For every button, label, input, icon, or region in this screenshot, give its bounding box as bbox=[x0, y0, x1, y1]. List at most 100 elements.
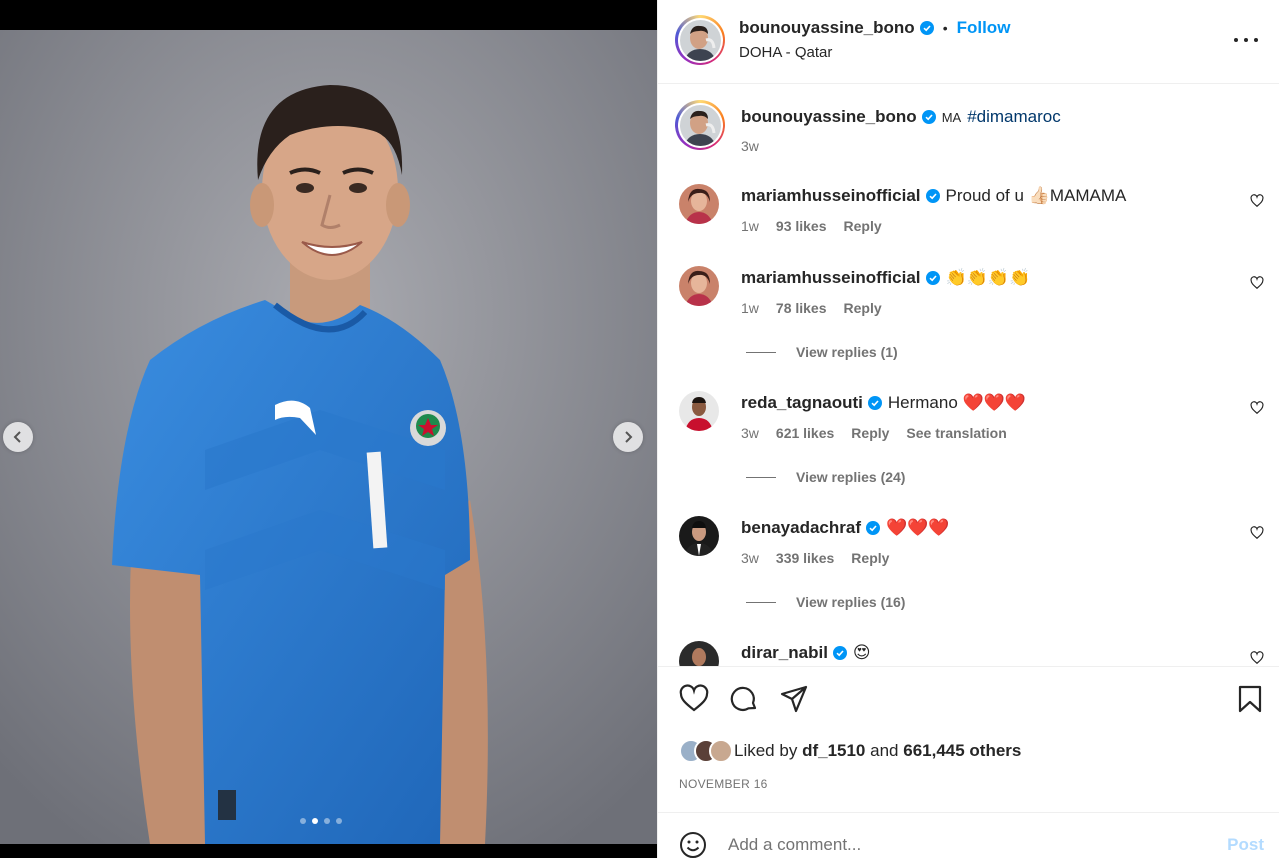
comment-line: reda_tagnaouti Hermano ❤️❤️❤️ bbox=[741, 393, 1026, 413]
liked-by-and: and bbox=[870, 741, 899, 760]
reply-button[interactable]: Reply bbox=[844, 300, 882, 316]
view-replies-label: View replies (16) bbox=[796, 594, 906, 610]
chevron-left-icon[interactable] bbox=[3, 422, 33, 452]
caption-hashtag[interactable]: #dimamaroc bbox=[967, 107, 1061, 127]
separator-dot: • bbox=[942, 20, 948, 36]
comment-time[interactable]: 1w bbox=[741, 300, 759, 316]
comment-avatar[interactable] bbox=[679, 184, 719, 224]
verified-badge-icon bbox=[925, 271, 940, 285]
header-username[interactable]: bounouyassine_bono bbox=[739, 18, 915, 38]
comment-likes[interactable]: 621 likes bbox=[776, 425, 834, 441]
reply-button[interactable]: Reply bbox=[851, 425, 889, 441]
reply-button[interactable]: Reply bbox=[844, 218, 882, 234]
comment-username[interactable]: mariamhusseinofficial bbox=[741, 186, 921, 206]
comment-username[interactable]: mariamhusseinofficial bbox=[741, 268, 921, 288]
verified-badge-icon bbox=[919, 21, 934, 35]
carousel-dots bbox=[300, 818, 342, 824]
liked-by-prefix: Liked by bbox=[734, 741, 798, 760]
caption-meta: 3w bbox=[741, 138, 759, 154]
view-replies-button[interactable]: View replies (24) bbox=[746, 469, 905, 485]
replies-divider bbox=[746, 351, 776, 353]
comment-like-heart-icon[interactable] bbox=[1250, 651, 1264, 665]
comment-like-heart-icon[interactable] bbox=[1250, 401, 1264, 415]
see-translation-button[interactable]: See translation bbox=[906, 425, 1006, 441]
comments-list[interactable]: bounouyassine_bono MA #dimamaroc 3w mari… bbox=[658, 85, 1279, 666]
comment-meta: 3w 621 likes Reply See translation bbox=[741, 425, 1007, 441]
comment-text: Proud of u 👍🏻MAMAMA bbox=[945, 186, 1127, 205]
verified-badge-icon bbox=[925, 189, 940, 203]
add-comment-bar: Post bbox=[658, 813, 1279, 858]
comment-line: mariamhusseinofficial 👏👏👏👏 bbox=[741, 268, 1030, 288]
location-link[interactable]: DOHA - Qatar bbox=[739, 44, 832, 61]
comment-like-heart-icon[interactable] bbox=[1250, 526, 1264, 540]
comment-input[interactable] bbox=[728, 835, 1188, 855]
author-avatar[interactable] bbox=[675, 15, 725, 65]
comment-time[interactable]: 1w bbox=[741, 218, 759, 234]
liked-by-user[interactable]: df_1510 bbox=[802, 741, 865, 761]
post-date[interactable]: NOVEMBER 16 bbox=[679, 777, 768, 791]
post-comment-button[interactable]: Post bbox=[1227, 835, 1264, 855]
comment-likes[interactable]: 78 likes bbox=[776, 300, 827, 316]
comment-icon[interactable] bbox=[729, 684, 759, 714]
carousel-dot bbox=[336, 818, 342, 824]
more-options-icon[interactable] bbox=[1234, 30, 1258, 50]
comment-time[interactable]: 3w bbox=[741, 550, 759, 566]
comment-avatar[interactable] bbox=[679, 391, 719, 431]
caption-line: bounouyassine_bono MA #dimamaroc bbox=[741, 107, 1061, 127]
comment-text: 👏👏👏👏 bbox=[945, 268, 1031, 287]
comment-username[interactable]: benayadachraf bbox=[741, 518, 861, 538]
comment-avatar[interactable] bbox=[679, 266, 719, 306]
caption-time: 3w bbox=[741, 138, 759, 154]
carousel-dot bbox=[312, 818, 318, 824]
comment-meta: 3w 339 likes Reply bbox=[741, 550, 889, 566]
verified-badge-icon bbox=[921, 110, 936, 124]
comment-meta: 1w 93 likes Reply bbox=[741, 218, 882, 234]
post-side-panel: bounouyassine_bono • Follow DOHA - Qatar… bbox=[657, 0, 1279, 858]
post-photo bbox=[0, 30, 657, 844]
comment-avatar[interactable] bbox=[679, 641, 719, 666]
post-media bbox=[0, 0, 657, 858]
comment-likes[interactable]: 93 likes bbox=[776, 218, 827, 234]
comment-text: 😍 bbox=[852, 643, 871, 662]
comment-line: benayadachraf ❤️❤️❤️ bbox=[741, 518, 950, 538]
caption-flag-text: MA bbox=[941, 109, 962, 125]
caption-avatar[interactable] bbox=[675, 100, 725, 150]
liked-by-row: Liked by df_1510 and 661,445 others bbox=[679, 739, 1021, 763]
reply-button[interactable]: Reply bbox=[851, 550, 889, 566]
liked-by-avatars[interactable] bbox=[679, 739, 733, 763]
emoji-icon[interactable] bbox=[679, 831, 707, 858]
comment-text: Hermano ❤️❤️❤️ bbox=[887, 393, 1027, 412]
caption-username[interactable]: bounouyassine_bono bbox=[741, 107, 917, 127]
comment-username[interactable]: reda_tagnaouti bbox=[741, 393, 863, 413]
comment-avatar[interactable] bbox=[679, 516, 719, 556]
post-header: bounouyassine_bono • Follow DOHA - Qatar bbox=[658, 0, 1279, 84]
comment-text: ❤️❤️❤️ bbox=[886, 518, 950, 537]
header-user-row: bounouyassine_bono • Follow bbox=[739, 18, 1010, 38]
comment-meta: 1w 78 likes Reply bbox=[741, 300, 882, 316]
view-replies-label: View replies (24) bbox=[796, 469, 906, 485]
comment-line: mariamhusseinofficial Proud of u 👍🏻MAMAM… bbox=[741, 186, 1126, 206]
post-actions: Liked by df_1510 and 661,445 others NOVE… bbox=[658, 666, 1279, 813]
replies-divider bbox=[746, 601, 776, 603]
verified-badge-icon bbox=[866, 521, 880, 535]
comment-username[interactable]: dirar_nabil bbox=[741, 643, 828, 663]
comment-like-heart-icon[interactable] bbox=[1250, 276, 1264, 290]
bookmark-icon[interactable] bbox=[1235, 684, 1265, 714]
view-replies-button[interactable]: View replies (16) bbox=[746, 594, 905, 610]
send-icon[interactable] bbox=[779, 684, 809, 714]
comment-time[interactable]: 3w bbox=[741, 425, 759, 441]
follow-button[interactable]: Follow bbox=[957, 18, 1011, 38]
carousel-dot bbox=[300, 818, 306, 824]
comment-likes[interactable]: 339 likes bbox=[776, 550, 834, 566]
liked-by-others[interactable]: 661,445 others bbox=[903, 741, 1021, 761]
heart-icon[interactable] bbox=[679, 684, 709, 714]
liker-avatar bbox=[709, 739, 733, 763]
replies-divider bbox=[746, 476, 776, 478]
view-replies-button[interactable]: View replies (1) bbox=[746, 344, 898, 360]
chevron-right-icon[interactable] bbox=[613, 422, 643, 452]
verified-badge-icon bbox=[832, 646, 847, 660]
verified-badge-icon bbox=[867, 396, 882, 410]
comment-like-heart-icon[interactable] bbox=[1250, 194, 1264, 208]
instagram-post-viewer: bounouyassine_bono • Follow DOHA - Qatar… bbox=[0, 0, 1279, 858]
carousel-dot bbox=[324, 818, 330, 824]
